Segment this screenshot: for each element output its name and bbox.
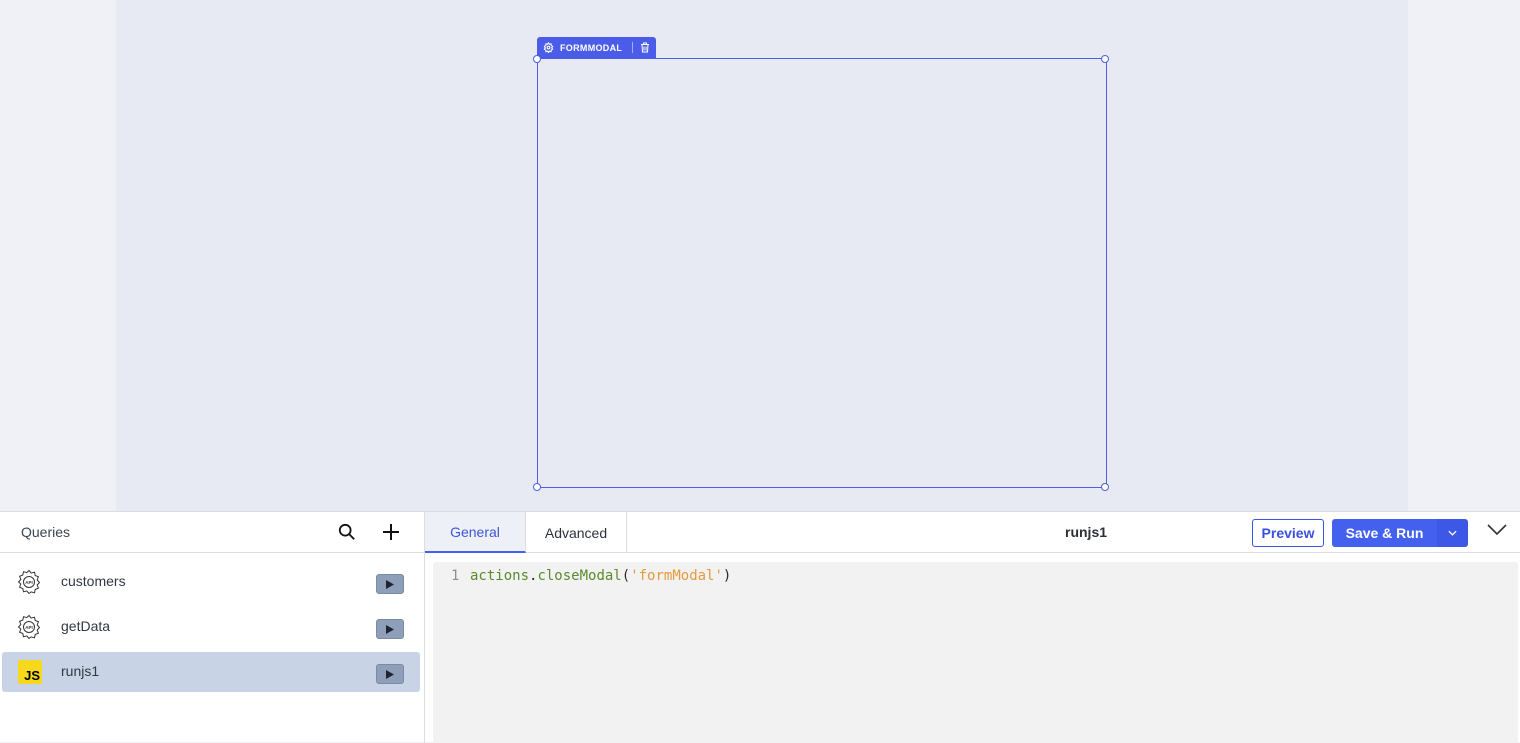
query-item-runjs1[interactable]: JS runjs1 — [2, 652, 420, 692]
code-token-function: closeModal — [537, 568, 622, 584]
queries-header: Queries — [0, 512, 424, 553]
query-editor: General Advanced runjs1 Preview Save & R… — [425, 512, 1520, 743]
run-query-button[interactable] — [376, 664, 404, 684]
trash-icon[interactable] — [640, 42, 650, 53]
chevron-down-icon — [1487, 524, 1507, 536]
app-canvas-area: FORMMODAL — [0, 0, 1520, 511]
code-token-string: 'formModal' — [630, 568, 723, 584]
preview-button[interactable]: Preview — [1252, 519, 1324, 547]
query-panel: Queries API customers API getData JS run… — [0, 511, 1520, 743]
save-run-dropdown-button[interactable] — [1437, 519, 1468, 547]
code-token-object: actions — [470, 568, 530, 584]
api-gear-icon: API — [16, 614, 42, 640]
code-line[interactable]: actions.closeModal('formModal') — [470, 568, 731, 584]
query-item-customers[interactable]: API customers — [2, 562, 420, 602]
query-item-label: runjs1 — [61, 663, 100, 679]
query-item-getdata[interactable]: API getData — [2, 607, 420, 647]
query-item-label: customers — [61, 573, 126, 589]
play-icon — [386, 669, 394, 679]
tab-advanced[interactable]: Advanced — [526, 512, 627, 553]
queries-sidebar: Queries API customers API getData JS run… — [0, 512, 425, 743]
widget-label-tag[interactable]: FORMMODAL — [537, 37, 657, 58]
api-gear-icon: API — [16, 569, 42, 595]
svg-text:API: API — [25, 580, 33, 585]
run-query-button[interactable] — [376, 574, 404, 594]
save-and-run-button[interactable]: Save & Run — [1332, 519, 1437, 547]
line-number: 1 — [451, 568, 460, 584]
resize-handle-top-left[interactable] — [533, 55, 541, 63]
plus-icon[interactable] — [381, 522, 401, 547]
resize-handle-bottom-left[interactable] — [533, 483, 541, 491]
play-icon — [386, 579, 394, 589]
queries-title: Queries — [21, 524, 71, 540]
editor-tabs-bar: General Advanced runjs1 Preview Save & R… — [425, 512, 1520, 553]
gear-icon[interactable] — [543, 42, 554, 53]
code-token-paren-close: ) — [722, 568, 732, 584]
code-token-paren-open: ( — [621, 568, 631, 584]
js-icon: JS — [18, 660, 42, 684]
query-item-label: getData — [61, 618, 111, 634]
resize-handle-top-right[interactable] — [1101, 55, 1109, 63]
code-editor[interactable]: 1 actions.closeModal('formModal') — [433, 562, 1518, 743]
divider — [632, 42, 634, 53]
resize-handle-bottom-right[interactable] — [1101, 483, 1109, 491]
tab-general[interactable]: General — [425, 512, 526, 553]
chevron-down-icon — [1448, 530, 1457, 536]
query-name[interactable]: runjs1 — [1065, 524, 1107, 540]
svg-text:API: API — [25, 625, 33, 630]
run-query-button[interactable] — [376, 619, 404, 639]
form-modal-widget[interactable] — [537, 58, 1107, 488]
play-icon — [386, 624, 394, 634]
search-icon[interactable] — [338, 523, 356, 546]
widget-name: FORMMODAL — [560, 42, 623, 53]
collapse-panel-button[interactable] — [1487, 523, 1507, 541]
